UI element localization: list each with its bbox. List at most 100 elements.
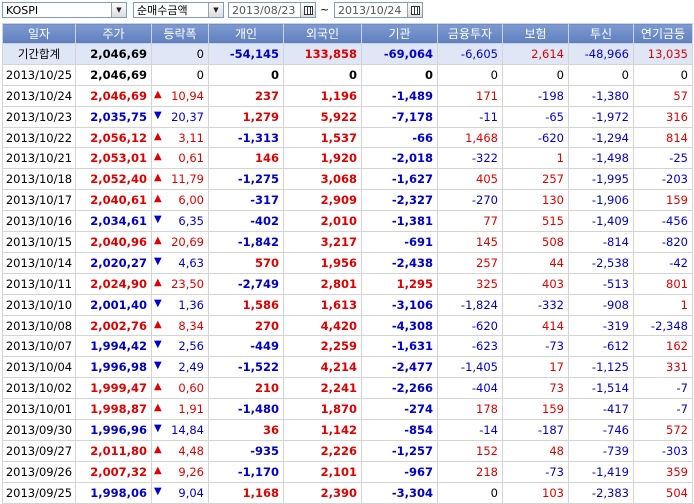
cell-individual: -935 xyxy=(208,439,284,462)
column-header[interactable]: 주가 xyxy=(75,23,152,44)
cell-trust: -1,498 xyxy=(568,147,634,170)
table-row[interactable]: 2013/09/26 2,007,32 ▲ 9,26 -1,170 2,101 -967 21… xyxy=(2,460,693,483)
calendar-icon[interactable] xyxy=(407,3,422,17)
table-row[interactable]: 2013/10/01 1,998,87 ▲ 1,91 -1,480 1,870 -274 17… xyxy=(2,398,693,421)
cell-trust: -2,538 xyxy=(568,251,634,274)
table-row[interactable]: 2013/09/30 1,996,96 ▼ 14,84 36 1,142 -854 -14 -1… xyxy=(2,419,693,441)
cell-fin-invest: 171 xyxy=(437,84,503,107)
cell-insurance: 73 xyxy=(502,377,569,400)
table-row[interactable]: 2013/10/15 2,040,96 ▲ 20,69 -1,842 3,217 -691 1… xyxy=(2,231,693,253)
date-from-value: 2013/08/23 xyxy=(232,3,296,17)
table-row[interactable]: 2013/10/10 2,001,40 ▼ 1,36 1,586 1,613 -3,106-… xyxy=(2,293,693,316)
cell-insurance: 508 xyxy=(502,231,569,253)
cell-trust: -1,380 xyxy=(568,84,634,107)
change-value: 0 xyxy=(196,67,204,82)
column-header[interactable]: 보험 xyxy=(502,23,569,44)
cell-insurance: 257 xyxy=(502,168,569,191)
cell-price: 2,056,12 xyxy=(75,126,152,149)
cell-institution: -2,438 xyxy=(361,251,438,274)
change-value: 1,91 xyxy=(178,402,204,417)
cell-foreign: 2,010 xyxy=(283,210,362,233)
cell-date: 2013/09/25 xyxy=(2,481,76,504)
cell-insurance: -620 xyxy=(502,126,569,149)
triangle-up-icon: ▲ xyxy=(154,381,162,393)
table-row[interactable]: 2013/09/27 2,011,80 ▲ 4,48 -935 2,226 -1,257 15… xyxy=(2,439,693,462)
triangle-up-icon: ▲ xyxy=(154,193,162,205)
metric-select[interactable]: 순매수금액 ▼ xyxy=(133,2,224,18)
column-header[interactable]: 일자 xyxy=(2,23,76,44)
cell-institution: -691 xyxy=(361,231,438,253)
cell-change: ▲ 23,50 xyxy=(151,272,209,295)
cell-individual: -317 xyxy=(208,189,284,212)
total-row[interactable]: 기간합계 2,046,69 0 -54,145 133,858 -69,064 … xyxy=(2,43,693,65)
chevron-down-icon[interactable]: ▼ xyxy=(208,3,223,17)
market-select[interactable]: KOSPI ▼ xyxy=(2,2,127,18)
table-row[interactable]: 2013/10/08 2,002,76 ▲ 8,34 270 4,420 -4,308 -62… xyxy=(2,314,693,337)
cell-institution: -1,631 xyxy=(361,335,438,358)
date-from-field[interactable]: 2013/08/23 xyxy=(228,2,316,18)
table-row[interactable]: 2013/10/07 1,994,42 ▼ 2,56 -449 2,259 -1,631 -6… xyxy=(2,335,693,358)
table-row[interactable]: 2013/09/25 1,998,06 ▼ 9,04 1,168 2,390 -3,304 0… xyxy=(2,481,693,504)
triangle-down-icon: ▼ xyxy=(154,214,162,226)
cell-trust: -1,125 xyxy=(568,356,634,379)
cell-individual: -1,842 xyxy=(208,231,284,253)
toolbar: KOSPI ▼ 순매수금액 ▼ 2013/08/23 ~ 2013/10/24 xyxy=(0,0,694,21)
cell-change: ▼ 20,37 xyxy=(151,105,209,128)
column-header[interactable]: 등락폭 xyxy=(151,23,209,44)
table-row[interactable]: 2013/10/23 2,035,75 ▼ 20,37 1,279 5,922 -7,178… xyxy=(2,105,693,128)
cell-fin-invest: -620 xyxy=(437,314,503,337)
cell-foreign: 2,226 xyxy=(283,439,362,462)
cell-price: 2,024,90 xyxy=(75,272,152,295)
column-header[interactable]: 연기금등 xyxy=(633,23,693,44)
cell-individual: -1,170 xyxy=(208,460,284,483)
cell-insurance: 48 xyxy=(502,439,569,462)
cell-fin-invest: -11 xyxy=(437,105,503,128)
cell-individual: -1,275 xyxy=(208,168,284,191)
cell-pension: -42 xyxy=(633,251,693,274)
cell-pension: -25 xyxy=(633,147,693,170)
table-row[interactable]: 2013/10/02 1,999,47 ▲ 0,60 210 2,241 -2,266 -40… xyxy=(2,377,693,400)
table-row[interactable]: 2013/10/18 2,052,40 ▲ 11,79 -1,275 3,068 -1,62… xyxy=(2,168,693,191)
table-row[interactable]: 2013/10/21 2,053,01 ▲ 0,61 146 1,920 -2,018 -32… xyxy=(2,147,693,170)
cell-foreign: 2,101 xyxy=(283,460,362,483)
date-to-field[interactable]: 2013/10/24 xyxy=(334,2,423,18)
cell-insurance: 1 xyxy=(502,147,569,170)
cell-price: 2,052,40 xyxy=(75,168,152,191)
table-row[interactable]: 2013/10/22 2,056,12 ▲ 3,11 -1,313 1,537 -66 1,4… xyxy=(2,126,693,149)
chevron-down-icon[interactable]: ▼ xyxy=(111,3,126,17)
column-header[interactable]: 투신 xyxy=(568,23,634,44)
cell-individual: 1,168 xyxy=(208,481,284,504)
column-header[interactable]: 기관 xyxy=(361,23,438,44)
cell-foreign: 2,390 xyxy=(283,481,362,504)
table-row[interactable]: 2013/10/04 1,996,98 ▼ 2,49 -1,522 4,214 -2,477… xyxy=(2,356,693,379)
cell-date: 2013/10/18 xyxy=(2,168,76,191)
change-value: 0,61 xyxy=(178,151,204,166)
cell-price: 2,020,27 xyxy=(75,251,152,274)
table-row[interactable]: 2013/10/14 2,020,27 ▼ 4,63 570 1,956 -2,438 257… xyxy=(2,251,693,274)
cell-insurance: 0 xyxy=(502,63,569,86)
calendar-icon[interactable] xyxy=(300,3,315,17)
cell-pension: 316 xyxy=(633,105,693,128)
table-row[interactable]: 2013/10/24 2,046,69 ▲ 10,94 237 1,196 -1,489 17… xyxy=(2,84,693,107)
cell-individual: 237 xyxy=(208,84,284,107)
change-value: 0,60 xyxy=(178,381,204,396)
cell-trust: -814 xyxy=(568,231,634,253)
cell-date: 2013/09/27 xyxy=(2,439,76,462)
column-header[interactable]: 개인 xyxy=(208,23,284,44)
cell-pension: -7 xyxy=(633,398,693,421)
change-value: 10,94 xyxy=(171,88,204,103)
total-label: 기간합계 xyxy=(2,43,76,65)
column-header[interactable]: 외국인 xyxy=(283,23,362,44)
table-row[interactable]: 2013/10/25 2,046,69 0 0 0 0 0 0 0 0 xyxy=(2,63,693,86)
cell-foreign: 1,196 xyxy=(283,84,362,107)
cell-institution: -2,018 xyxy=(361,147,438,170)
table-row[interactable]: 2013/10/16 2,034,61 ▼ 6,35 -402 2,010 -1,381 77… xyxy=(2,210,693,233)
table-row[interactable]: 2013/10/11 2,024,90 ▲ 23,50 -2,749 2,801 1,295… xyxy=(2,272,693,295)
cell-trust: -746 xyxy=(568,419,634,441)
column-header[interactable]: 금융투자 xyxy=(437,23,503,44)
triangle-up-icon: ▲ xyxy=(154,402,162,414)
cell-change: 0 xyxy=(151,63,209,86)
cell-insurance: -73 xyxy=(502,335,569,358)
cell-fin-invest: -1,824 xyxy=(437,293,503,316)
table-row[interactable]: 2013/10/17 2,040,61 ▲ 6,00 -317 2,909 -2,327 -2… xyxy=(2,189,693,212)
